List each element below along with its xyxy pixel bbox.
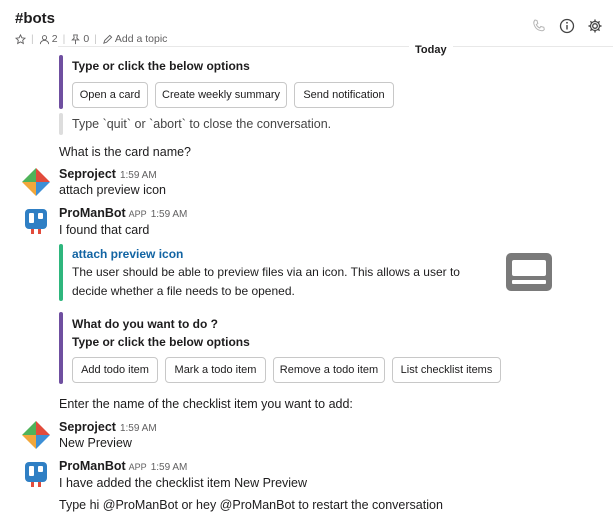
author-name[interactable]: Seproject: [59, 420, 116, 434]
attachment-footer: Type `quit` or `abort` to close the conv…: [72, 117, 332, 131]
channel-title[interactable]: #bots: [15, 10, 55, 27]
app-badge: APP: [128, 209, 147, 219]
message-author[interactable]: ProManBot APP 1:59 AM: [59, 206, 187, 220]
robot-icon: [25, 462, 47, 487]
timestamp[interactable]: 1:59 AM: [120, 423, 157, 434]
attachment-bar: [59, 55, 63, 109]
message-text: I have added the checklist item New Prev…: [59, 476, 308, 490]
mark-todo-item-button[interactable]: Mark a todo item: [165, 357, 266, 383]
avatar[interactable]: [20, 205, 52, 237]
add-todo-item-button[interactable]: Add todo item: [72, 357, 158, 383]
author-name[interactable]: ProManBot: [59, 459, 126, 473]
card-title-link[interactable]: attach preview icon: [72, 247, 183, 261]
message-text: New Preview: [59, 436, 132, 450]
app-badge: APP: [128, 462, 147, 472]
message-text: attach preview icon: [59, 183, 167, 197]
phone-icon[interactable]: [531, 18, 547, 34]
pin-icon: [71, 33, 81, 44]
remove-todo-item-button[interactable]: Remove a todo item: [273, 357, 385, 383]
message-author[interactable]: Seproject 1:59 AM: [59, 167, 157, 181]
message-author[interactable]: Seproject 1:59 AM: [59, 420, 157, 434]
seproject-logo-icon: [22, 421, 50, 449]
list-checklist-items-button[interactable]: List checklist items: [392, 357, 501, 383]
members-button[interactable]: 2: [39, 33, 58, 45]
laptop-icon: [506, 253, 552, 291]
attachment-bar: [59, 113, 63, 135]
gear-icon[interactable]: [587, 18, 603, 34]
channel-meta: | 2 | 0 | Add a topic: [15, 33, 167, 45]
card-description: The user should be able to preview files…: [72, 263, 472, 301]
timestamp[interactable]: 1:59 AM: [151, 209, 188, 220]
timestamp[interactable]: 1:59 AM: [151, 462, 188, 473]
message-author[interactable]: ProManBot APP 1:59 AM: [59, 459, 187, 473]
info-icon[interactable]: [559, 18, 575, 34]
robot-icon: [25, 209, 47, 234]
timestamp[interactable]: 1:59 AM: [120, 170, 157, 181]
options-question: What do you want to do ?: [72, 317, 218, 331]
member-count: 2: [51, 33, 58, 45]
send-notification-button[interactable]: Send notification: [294, 82, 394, 108]
avatar[interactable]: [20, 419, 52, 451]
avatar[interactable]: [20, 166, 52, 198]
avatar[interactable]: [20, 458, 52, 490]
attachment-bar: [59, 244, 63, 301]
star-icon: [15, 33, 26, 44]
open-card-button[interactable]: Open a card: [72, 82, 148, 108]
pins-button[interactable]: 0: [70, 33, 89, 45]
seproject-logo-icon: [22, 168, 50, 196]
card-description-line: decide whether a file needs to be opened…: [72, 284, 295, 298]
message-text: I found that card: [59, 223, 150, 237]
options-title: Type or click the below options: [72, 335, 250, 349]
bot-prompt: Enter the name of the checklist item you…: [59, 397, 353, 411]
author-name[interactable]: Seproject: [59, 167, 116, 181]
attachment-bar: [59, 312, 63, 384]
bot-prompt: What is the card name?: [59, 145, 192, 159]
create-weekly-summary-button[interactable]: Create weekly summary: [155, 82, 287, 108]
channel-header: #bots | 2 | 0 | Add a topic: [0, 0, 613, 52]
add-topic-button[interactable]: Add a topic: [102, 33, 168, 45]
message-text: Type hi @ProManBot or hey @ProManBot to …: [59, 498, 443, 512]
card-description-line: The user should be able to preview files…: [72, 265, 460, 279]
pencil-icon: [102, 34, 113, 44]
attachment-title: Type or click the below options: [72, 59, 250, 73]
author-name[interactable]: ProManBot: [59, 206, 126, 220]
person-icon: [39, 34, 49, 44]
add-topic-label: Add a topic: [114, 33, 168, 45]
date-divider-line: [58, 46, 613, 47]
header-actions: [531, 18, 603, 34]
pin-count: 0: [83, 33, 90, 45]
star-button[interactable]: [15, 33, 26, 45]
